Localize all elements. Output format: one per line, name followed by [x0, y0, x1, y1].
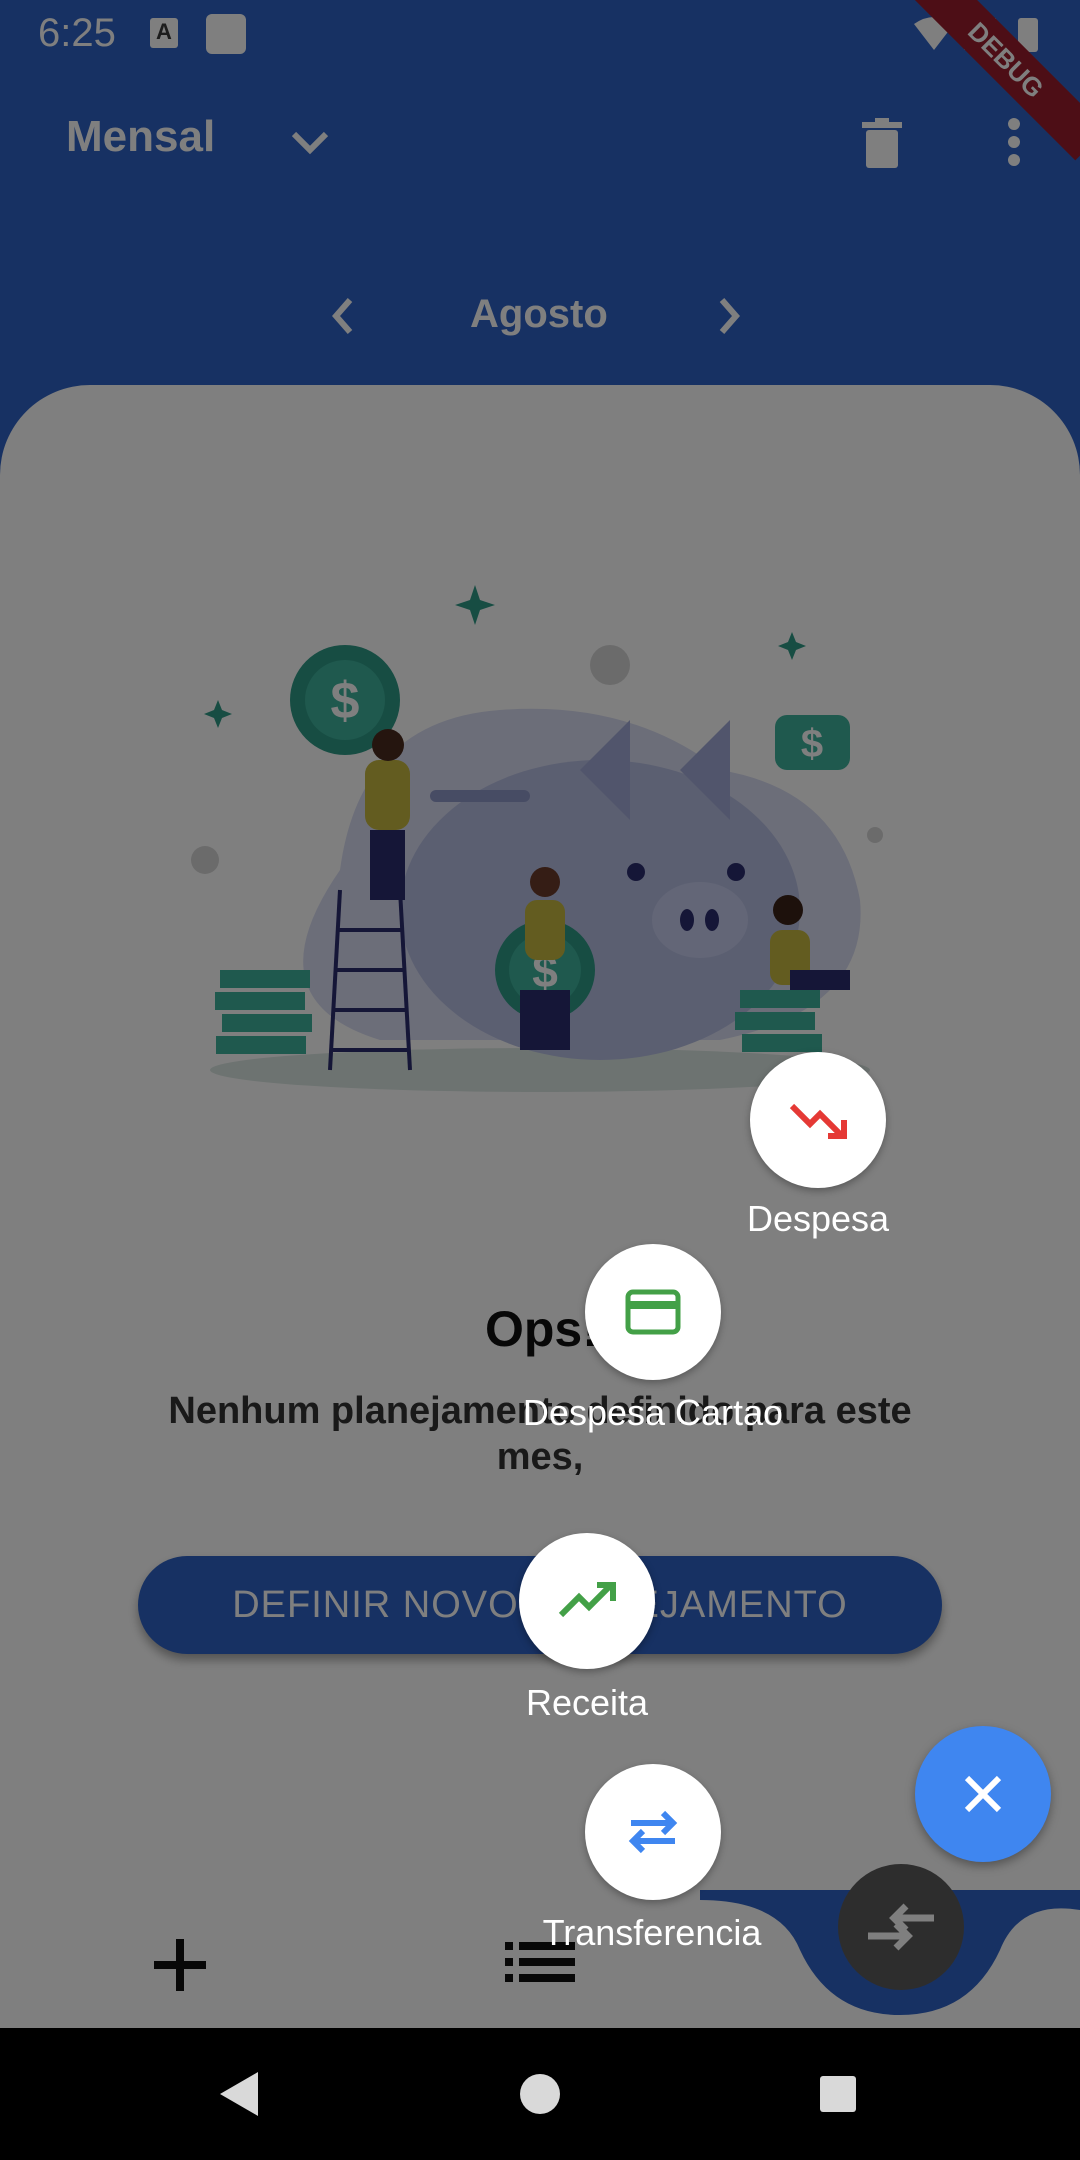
recents-icon[interactable] [818, 2074, 858, 2114]
swap-arrows-icon [628, 1810, 678, 1854]
close-speed-dial-button[interactable] [915, 1726, 1051, 1862]
receita-label: Receita [525, 1682, 649, 1723]
trending-down-icon [789, 1103, 847, 1139]
despesa-cartao-label: Despesa Cartao [522, 1392, 784, 1433]
transferencia-label: Transferencia [542, 1912, 762, 1953]
despesa-button[interactable] [750, 1052, 886, 1188]
transferencia-button[interactable] [585, 1764, 721, 1900]
despesa-cartao-button[interactable] [585, 1244, 721, 1380]
receita-button[interactable] [519, 1533, 655, 1669]
credit-card-icon [625, 1289, 681, 1335]
despesa-label: Despesa [746, 1198, 890, 1239]
trending-up-icon [558, 1582, 616, 1618]
close-icon [964, 1775, 1002, 1813]
home-icon[interactable] [518, 2072, 562, 2116]
back-icon[interactable] [218, 2070, 262, 2118]
